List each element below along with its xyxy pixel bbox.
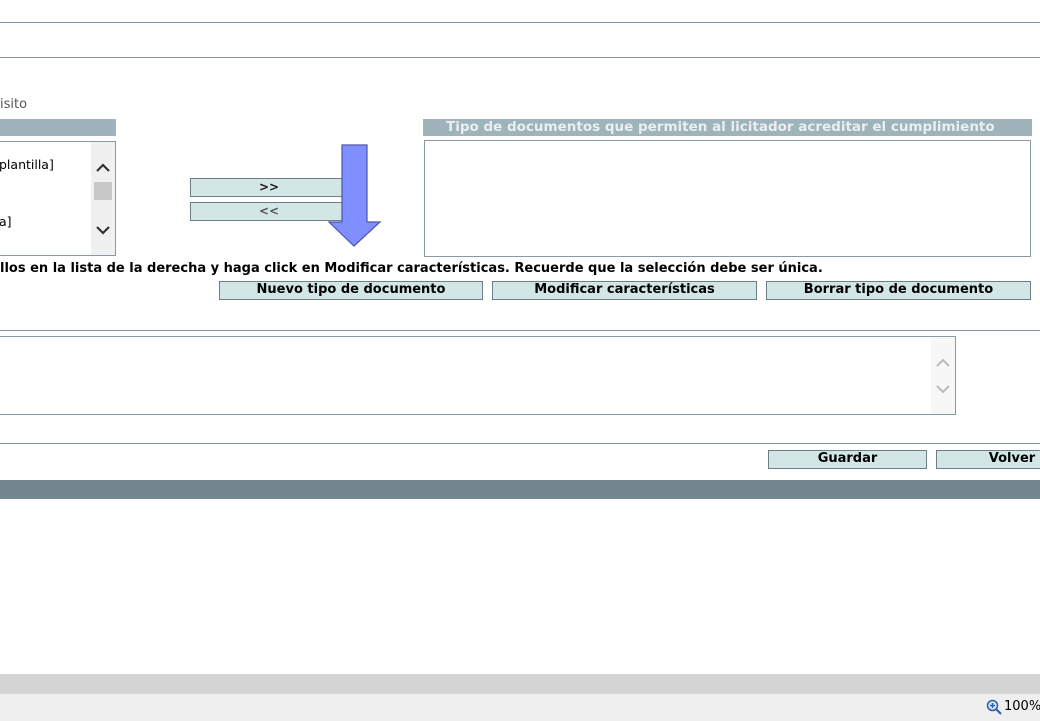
zoom-in-icon[interactable] (986, 699, 1002, 715)
browser-status-bar: 100% (0, 693, 1040, 721)
page-footer-bar (0, 480, 1040, 499)
footer-separator (0, 443, 1040, 444)
observations-textarea[interactable] (0, 336, 956, 415)
requirement-label-fragment: isito (0, 97, 28, 112)
top-border-line (0, 22, 1040, 23)
right-panel-header: Tipo de documentos que permiten al licit… (423, 119, 1032, 136)
instruction-text: llos en la lista de la derecha y haga cl… (0, 261, 823, 276)
section-separator (0, 330, 1040, 331)
available-documents-list[interactable]: plantilla] a] (0, 141, 116, 256)
list-item[interactable]: plantilla] (0, 157, 54, 172)
horizontal-scrollbar[interactable] (0, 674, 1040, 693)
selected-documents-list[interactable] (424, 140, 1031, 257)
scrollbar-thumb[interactable] (94, 182, 112, 200)
chevron-down-icon[interactable] (93, 220, 113, 240)
modify-characteristics-button[interactable]: Modificar características (492, 281, 757, 300)
remove-document-button[interactable]: << (190, 202, 348, 221)
chevron-down-icon[interactable] (933, 379, 953, 399)
down-arrow-icon (328, 144, 382, 247)
list-item[interactable]: a] (0, 214, 12, 229)
left-list-header (0, 119, 116, 136)
save-button[interactable]: Guardar (768, 450, 927, 469)
chevron-up-icon[interactable] (93, 158, 113, 178)
textarea-scrollbar[interactable] (931, 337, 955, 414)
chevron-up-icon[interactable] (933, 353, 953, 373)
back-button[interactable]: Volver (936, 450, 1040, 469)
new-document-type-button[interactable]: Nuevo tipo de documento (219, 281, 483, 300)
delete-document-type-button[interactable]: Borrar tipo de documento (766, 281, 1031, 300)
zoom-level[interactable]: 100% (1004, 699, 1040, 714)
list-scrollbar[interactable] (91, 142, 115, 255)
top-border-line-2 (0, 57, 1040, 58)
add-document-button[interactable]: >> (190, 178, 348, 197)
